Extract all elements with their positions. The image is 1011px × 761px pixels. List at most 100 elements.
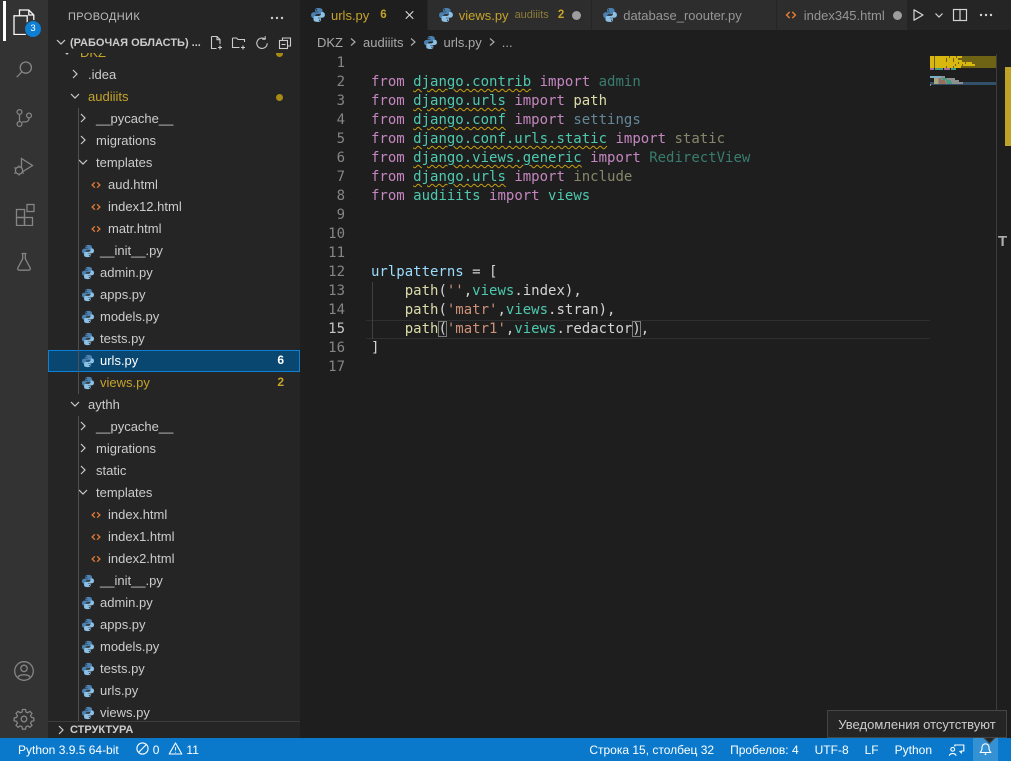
breadcrumb-separator-icon [486,35,498,49]
activitybar-run-debug[interactable] [0,142,48,190]
tab-index345.html[interactable]: index345.html [777,0,908,30]
activitybar-badge: 3 [25,21,41,37]
minimap[interactable] [930,54,996,738]
status-language[interactable]: Python [887,738,940,761]
bell-icon[interactable] [973,738,998,761]
tree-item-urls.py[interactable]: urls.py [48,680,300,702]
tree-item-urls.py[interactable]: urls.py6 [48,350,300,372]
status-python-version[interactable]: Python 3.9.5 64-bit [10,738,127,761]
modified-dot-icon[interactable] [572,11,581,20]
status-eol[interactable]: LF [857,738,887,761]
refresh-icon[interactable] [254,35,270,51]
activitybar-explorer[interactable]: 3 [0,0,48,46]
breadcrumb-item[interactable]: DKZ [317,35,343,50]
tree-item-.idea[interactable]: .idea [48,64,300,86]
problems-badge: 6 [277,353,284,367]
tree-item-tests.py[interactable]: tests.py [48,328,300,350]
tree-item-__pycache__[interactable]: __pycache__ [48,416,300,438]
workspace-section-header[interactable]: (РАБОЧАЯ ОБЛАСТЬ) ... [48,33,300,53]
breadcrumb-item[interactable]: urls.py [423,35,481,50]
tree-item-label: urls.py [100,683,138,698]
tree-item-DKZ[interactable]: DKZ [48,53,300,64]
status-problems[interactable]: 0 11 [127,738,213,761]
python-file-icon [81,596,95,610]
overview-ruler-warning [1005,67,1011,146]
tree-item-migrations[interactable]: migrations [48,130,300,152]
tree-item-views.py[interactable]: views.py2 [48,372,300,394]
tree-item-label: index1.html [108,529,174,544]
tree-item-views.py[interactable]: views.py [48,702,300,721]
tree-item-index1.html[interactable]: index1.html [48,526,300,548]
tree-item-label: static [96,463,126,478]
activitybar-extensions[interactable] [0,190,48,238]
notifications-tooltip: Уведомления отсутствуют [827,710,1007,738]
close-icon[interactable] [402,8,417,23]
tree-item-templates[interactable]: templates [48,482,300,504]
tree-item-aythh[interactable]: aythh [48,394,300,416]
tree-item-admin.py[interactable]: admin.py [48,592,300,614]
sidebar-title-row: ПРОВОДНИК [48,0,300,35]
run-icon[interactable] [907,8,929,22]
activitybar-settings[interactable] [0,695,48,743]
feedback-icon[interactable] [940,738,973,761]
status-bar: Python 3.9.5 64-bit 0 11 Строка 15, стол… [0,738,1011,761]
code-line-8: from audiiits import views [371,187,590,206]
status-cursor-position[interactable]: Строка 15, столбец 32 [581,738,722,761]
tree-item-__init__.py[interactable]: __init__.py [48,570,300,592]
tab-views.py[interactable]: views.pyaudiiits2 [428,0,592,30]
python-file-icon [81,266,95,280]
activitybar-search[interactable] [0,46,48,94]
activitybar-testing[interactable] [0,238,48,286]
more-actions-icon[interactable] [268,9,286,27]
tree-item-index.html[interactable]: index.html [48,504,300,526]
tree-item-templates[interactable]: templates [48,152,300,174]
code-editor[interactable]: 12from django.contrib import admin3from … [300,54,1011,738]
modified-dot-icon[interactable] [893,11,902,20]
new-file-icon[interactable] [208,35,224,51]
tree-indent-guide [78,416,79,721]
tree-item-__pycache__[interactable]: __pycache__ [48,108,300,130]
error-count: 0 [153,743,160,757]
tree-item-label: __pycache__ [96,111,173,126]
tree-item-__init__.py[interactable]: __init__.py [48,240,300,262]
collapse-all-icon[interactable] [277,35,293,51]
breadcrumb-item[interactable]: audiiits [363,35,403,50]
chevron-down-icon [68,397,82,416]
tree-item-label: apps.py [100,617,146,632]
activitybar-account[interactable] [0,647,48,695]
tree-item-models.py[interactable]: models.py [48,636,300,658]
tree-item-tests.py[interactable]: tests.py [48,658,300,680]
python-file-icon [81,332,95,346]
tree-item-migrations[interactable]: migrations [48,438,300,460]
tree-item-label: index12.html [108,199,182,214]
tree-item-apps.py[interactable]: apps.py [48,284,300,306]
editor-group: urls.py6views.pyaudiiits2database_rooute… [300,0,1011,738]
tree-item-index12.html[interactable]: index12.html [48,196,300,218]
structure-section-header[interactable]: СТРУКТУРА [48,721,300,738]
run-dropdown-icon[interactable] [933,9,945,21]
more-actions-icon[interactable] [975,7,997,23]
tree-item-index2.html[interactable]: index2.html [48,548,300,570]
status-indentation[interactable]: Пробелов: 4 [722,738,807,761]
tree-item-models.py[interactable]: models.py [48,306,300,328]
code-line-2: from django.contrib import admin [371,73,641,92]
activitybar-source-control[interactable] [0,94,48,142]
status-encoding[interactable]: UTF-8 [807,738,857,761]
python-file-icon [423,35,438,50]
line-number: 14 [300,301,345,320]
python-file-icon [81,244,95,258]
line-number: 16 [300,339,345,358]
breadcrumb-item[interactable]: ... [502,35,513,50]
tree-item-audiiits[interactable]: audiiits [48,86,300,108]
tree-item-static[interactable]: static [48,460,300,482]
tree-item-admin.py[interactable]: admin.py [48,262,300,284]
line-number: 7 [300,168,345,187]
tab-database_roouter.py[interactable]: database_roouter.py [592,0,776,30]
code-line-15: path('matr1',views.redactor), [371,320,649,339]
tree-item-aud.html[interactable]: aud.html [48,174,300,196]
new-folder-icon[interactable] [231,35,247,51]
tree-item-matr.html[interactable]: matr.html [48,218,300,240]
tab-urls.py[interactable]: urls.py6 [300,0,427,30]
tree-item-apps.py[interactable]: apps.py [48,614,300,636]
split-editor-icon[interactable] [949,7,971,23]
